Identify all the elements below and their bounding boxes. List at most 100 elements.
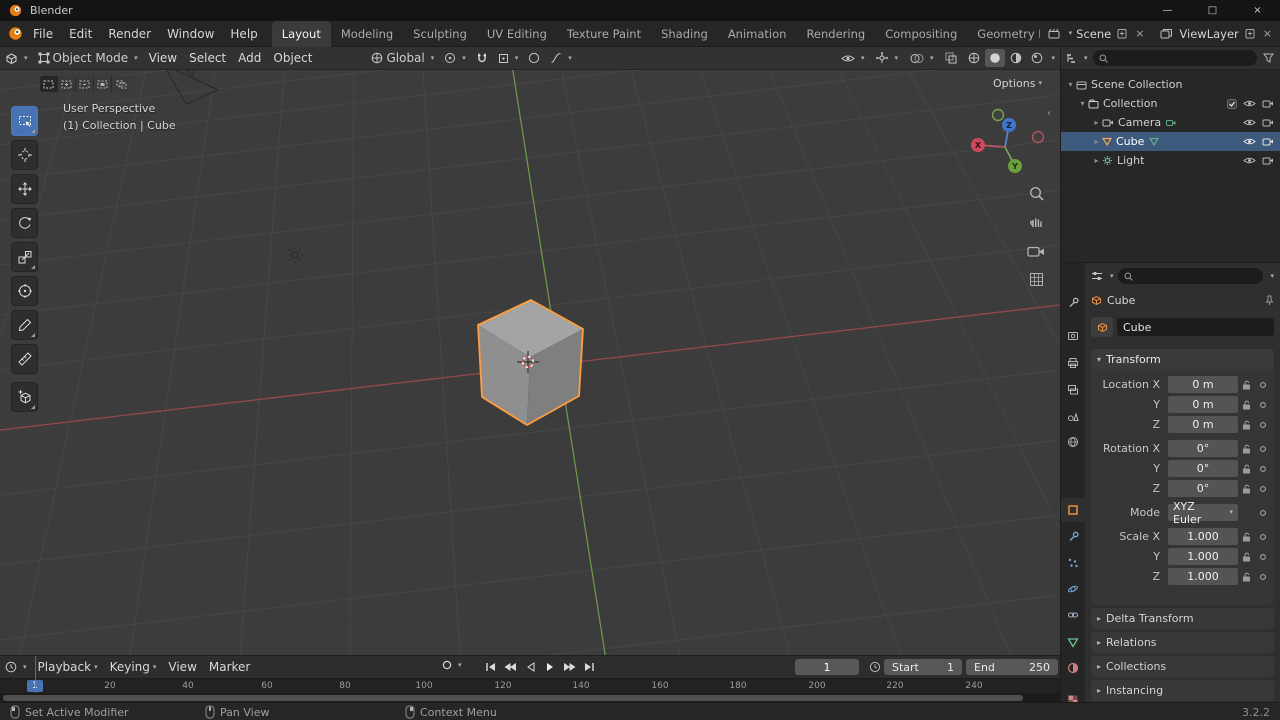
viewlayer-name[interactable]: ViewLayer [1179, 27, 1238, 41]
disable-render-icon[interactable] [1262, 156, 1274, 165]
shading-solid-button[interactable] [985, 49, 1005, 67]
tab-material[interactable] [1061, 656, 1085, 680]
current-frame-field[interactable]: 1 [795, 659, 859, 675]
properties-search-input[interactable] [1137, 270, 1258, 283]
tab-compositing[interactable]: Compositing [875, 21, 967, 47]
tab-object-data[interactable] [1061, 630, 1085, 654]
chevron-down-icon[interactable]: ▾ [1069, 30, 1073, 37]
animate-dot-icon[interactable] [1255, 509, 1270, 517]
close-button[interactable]: × [1235, 0, 1280, 21]
remove-viewlayer-button[interactable]: × [1261, 27, 1274, 40]
shading-material-button[interactable] [1006, 49, 1026, 67]
tool-transform[interactable] [11, 276, 38, 306]
disable-render-icon[interactable] [1262, 118, 1274, 127]
scale-z-field[interactable]: 1.000 [1168, 568, 1238, 585]
tool-select-box[interactable] [11, 106, 38, 136]
lock-open-icon[interactable] [1238, 484, 1255, 494]
region-collapse-icon[interactable]: ‹ [1047, 108, 1051, 119]
tab-uv-editing[interactable]: UV Editing [477, 21, 557, 47]
tab-modeling[interactable]: Modeling [331, 21, 403, 47]
scrollbar-handle[interactable] [3, 695, 1023, 701]
disable-render-icon[interactable] [1262, 99, 1274, 108]
tab-layout[interactable]: Layout [272, 21, 331, 47]
camera-view-button[interactable] [1026, 241, 1046, 261]
chevron-down-icon[interactable]: ▾ [1110, 273, 1114, 280]
jump-to-start-button[interactable] [480, 659, 499, 675]
play-reverse-button[interactable] [520, 659, 539, 675]
item-label[interactable]: Light [1117, 154, 1144, 167]
pan-hand-button[interactable] [1026, 211, 1046, 231]
gizmo-axis-neg-y[interactable] [993, 110, 1004, 121]
scene-icon[interactable] [1046, 28, 1062, 39]
select-set-button[interactable] [40, 76, 58, 92]
select-intersect-button[interactable] [112, 76, 130, 92]
checkbox-icon[interactable] [1227, 99, 1237, 109]
tab-shading[interactable]: Shading [651, 21, 718, 47]
outliner-light[interactable]: ▸ Light [1061, 151, 1280, 170]
tool-move[interactable] [11, 174, 38, 204]
snap-settings-dropdown[interactable]: ▾ [493, 47, 524, 69]
filter-icon[interactable] [1261, 53, 1276, 63]
view-menu[interactable]: View [162, 656, 202, 678]
playback-menu[interactable]: Playback▾ [32, 656, 104, 678]
tab-render[interactable] [1061, 324, 1085, 348]
properties-editor-icon[interactable] [1091, 271, 1103, 281]
select-subtract-button[interactable] [76, 76, 94, 92]
tab-scene[interactable] [1061, 404, 1085, 428]
gizmos-dropdown[interactable]: ▾ [871, 52, 903, 64]
disable-render-icon[interactable] [1262, 137, 1274, 146]
hide-eye-icon[interactable] [1243, 118, 1256, 127]
zoom-button[interactable] [1026, 183, 1046, 203]
animate-dot-icon[interactable] [1255, 421, 1270, 429]
options-dropdown[interactable]: Options ▾ [993, 77, 1042, 90]
frame-ruler[interactable]: 20 40 60 80 100 120 140 160 180 200 220 … [0, 678, 1060, 693]
outliner-search-input[interactable] [1112, 52, 1251, 65]
disclosure-triangle-icon[interactable]: ▾ [1065, 80, 1076, 89]
rotation-x-field[interactable]: 0° [1168, 440, 1238, 457]
new-scene-button[interactable] [1115, 28, 1129, 39]
panel-collections[interactable]: ▸Collections [1091, 656, 1274, 677]
proportional-editing-toggle[interactable] [523, 47, 545, 69]
rotation-y-field[interactable]: 0° [1168, 460, 1238, 477]
unlink-scene-button[interactable]: × [1133, 27, 1146, 40]
hide-eye-icon[interactable] [1243, 137, 1256, 146]
lock-open-icon[interactable] [1238, 464, 1255, 474]
tool-annotate[interactable] [11, 310, 38, 340]
item-label[interactable]: Cube [1116, 135, 1144, 148]
render-menu[interactable]: Render [100, 21, 159, 47]
scale-x-field[interactable]: 1.000 [1168, 528, 1238, 545]
proportional-falloff-dropdown[interactable]: ▾ [545, 47, 577, 69]
pivot-point-dropdown[interactable]: ▾ [439, 47, 471, 69]
rotation-z-field[interactable]: 0° [1168, 480, 1238, 497]
outliner-scene-collection[interactable]: ▾ Scene Collection [1061, 75, 1280, 94]
rotation-mode-dropdown[interactable]: XYZ Euler ▾ [1168, 504, 1238, 521]
outliner-camera[interactable]: ▸ Camera [1061, 113, 1280, 132]
help-menu[interactable]: Help [222, 21, 265, 47]
mode-dropdown[interactable]: Object Mode ▾ [33, 47, 143, 69]
select-menu[interactable]: Select [183, 47, 232, 69]
camera-object[interactable] [163, 70, 218, 104]
lock-open-icon[interactable] [1238, 572, 1255, 582]
disclosure-triangle-icon[interactable]: ▸ [1091, 156, 1102, 165]
shading-rendered-button[interactable] [1027, 49, 1047, 67]
item-label[interactable]: Camera [1118, 116, 1161, 129]
gizmo-axis-neg-x[interactable] [1033, 132, 1044, 143]
tab-particles[interactable] [1061, 551, 1085, 575]
chevron-down-icon[interactable]: ▾ [1051, 55, 1055, 62]
animate-dot-icon[interactable] [1255, 553, 1270, 561]
lock-open-icon[interactable] [1238, 444, 1255, 454]
editor-type-selector[interactable]: ▾ [0, 656, 32, 678]
select-invert-button[interactable] [94, 76, 112, 92]
scale-y-field[interactable]: 1.000 [1168, 548, 1238, 565]
tab-constraints[interactable] [1061, 603, 1085, 627]
scene-name[interactable]: Scene [1076, 27, 1111, 41]
viewlayer-icon[interactable] [1158, 28, 1175, 39]
tool-measure[interactable] [11, 344, 38, 374]
hide-eye-icon[interactable] [1243, 156, 1256, 165]
lock-open-icon[interactable] [1238, 420, 1255, 430]
select-extend-button[interactable] [58, 76, 76, 92]
tab-output[interactable] [1061, 351, 1085, 375]
disclosure-triangle-icon[interactable]: ▸ [1091, 137, 1102, 146]
lock-open-icon[interactable] [1238, 532, 1255, 542]
tab-animation[interactable]: Animation [718, 21, 797, 47]
